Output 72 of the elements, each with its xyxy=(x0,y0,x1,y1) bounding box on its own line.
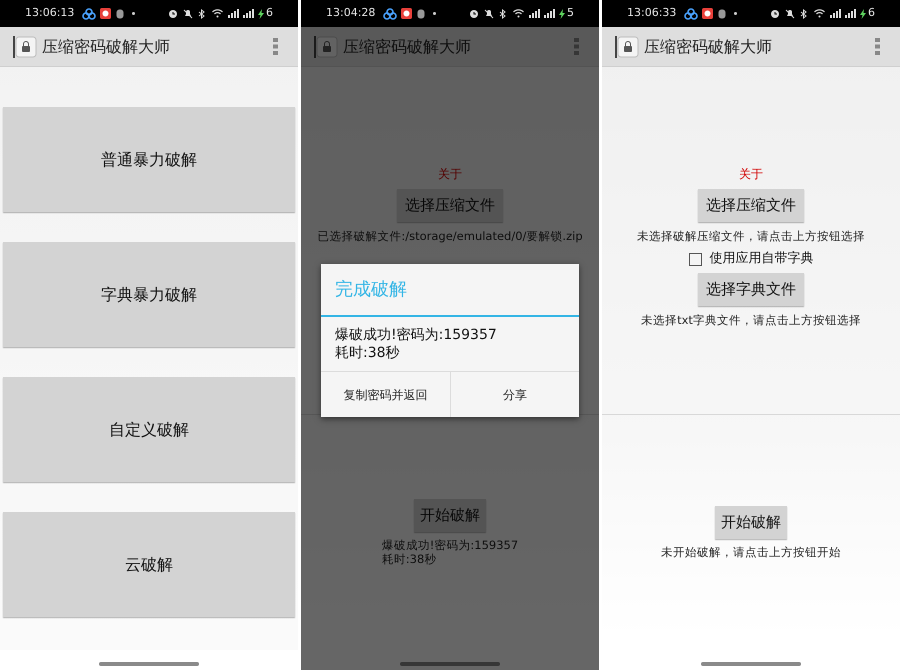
app-title: 压缩密码破解大师 xyxy=(644,36,773,58)
lock-app-icon xyxy=(13,34,37,58)
signal-icon xyxy=(544,9,556,18)
charging-icon xyxy=(860,8,866,18)
app-title: 压缩密码破解大师 xyxy=(343,36,472,58)
wifi-icon xyxy=(513,9,524,18)
more-options-icon[interactable] xyxy=(273,38,278,55)
signal-icon xyxy=(845,9,857,18)
action-button[interactable]: 自定义破解 xyxy=(3,377,295,482)
gesture-handle[interactable] xyxy=(400,662,500,666)
app-title: 压缩密码破解大师 xyxy=(42,36,171,58)
app-notification-icon xyxy=(100,8,112,19)
signal-icon xyxy=(243,9,255,18)
mute-icon xyxy=(484,8,494,18)
action-button[interactable]: 云破解 xyxy=(3,512,295,617)
dot-icon xyxy=(132,12,136,15)
lock-app-icon xyxy=(615,34,639,58)
circles-icon xyxy=(684,8,698,20)
alarm-icon xyxy=(770,8,780,18)
dialog-message: 耗时:38秒 xyxy=(335,344,401,362)
circles-icon xyxy=(383,8,398,20)
bluetooth-icon xyxy=(499,8,508,18)
app-notification-icon xyxy=(702,8,714,19)
notification-icon xyxy=(417,8,426,18)
clock-text: 13:06:33 xyxy=(627,5,676,22)
dialog-button[interactable]: 分享 xyxy=(450,372,579,417)
alarm-icon xyxy=(469,8,479,18)
checkbox-label: 使用应用自带字典 xyxy=(710,250,814,268)
battery-level-text: 6 xyxy=(266,5,273,22)
signal-icon xyxy=(529,9,541,18)
signal-icon xyxy=(228,9,240,18)
circles-icon xyxy=(82,8,96,20)
action-button[interactable]: 选择字典文件 xyxy=(698,272,804,306)
signal-icon xyxy=(830,9,842,18)
wifi-icon xyxy=(212,9,223,18)
battery-level-text: 5 xyxy=(567,5,574,22)
file-status-text: 未选择破解压缩文件，请点击上方按钮选择 xyxy=(637,228,865,245)
result-text: 未开始破解，请点击上方按钮开始 xyxy=(661,545,841,559)
about-link[interactable]: 关于 xyxy=(739,165,763,183)
dot-icon xyxy=(433,12,436,15)
notification-icon xyxy=(718,8,726,18)
lock-app-icon xyxy=(314,34,338,58)
dot-icon xyxy=(734,12,738,15)
dialog-title: 完成破解 xyxy=(335,278,407,302)
alarm-icon xyxy=(168,8,178,18)
file-status-text: 已选择破解文件:/storage/emulated/0/要解锁.zip xyxy=(317,228,583,245)
bluetooth-icon xyxy=(198,8,207,18)
bluetooth-icon xyxy=(800,8,809,18)
action-button[interactable]: 选择压缩文件 xyxy=(698,189,804,222)
charging-icon xyxy=(258,8,264,18)
dictionary-status-text: 未选择txt字典文件，请点击上方按钮选择 xyxy=(641,312,861,329)
clock-text: 13:04:28 xyxy=(326,5,376,22)
result-text: 耗时:38秒 xyxy=(382,552,438,566)
mute-icon xyxy=(785,8,795,18)
dialog-button[interactable]: 复制密码并返回 xyxy=(321,372,450,417)
clock-text: 13:06:13 xyxy=(25,5,74,22)
result-text: 爆破成功!密码为:159357 xyxy=(382,538,518,552)
dialog-message: 爆破成功!密码为:159357 xyxy=(335,326,498,344)
action-button[interactable]: 开始破解 xyxy=(715,506,787,539)
wifi-icon xyxy=(814,9,825,18)
gesture-handle[interactable] xyxy=(99,662,199,666)
gesture-handle[interactable] xyxy=(701,662,801,666)
battery-level-text: 6 xyxy=(868,5,875,22)
more-options-icon[interactable] xyxy=(875,38,880,55)
mute-icon xyxy=(183,8,193,18)
more-options-icon[interactable] xyxy=(574,38,579,55)
checkbox[interactable] xyxy=(688,252,702,266)
charging-icon xyxy=(559,8,565,18)
app-notification-icon xyxy=(401,8,412,19)
action-button[interactable]: 普通暴力破解 xyxy=(3,107,295,212)
notification-icon xyxy=(116,8,124,18)
action-button[interactable]: 字典暴力破解 xyxy=(3,242,295,347)
